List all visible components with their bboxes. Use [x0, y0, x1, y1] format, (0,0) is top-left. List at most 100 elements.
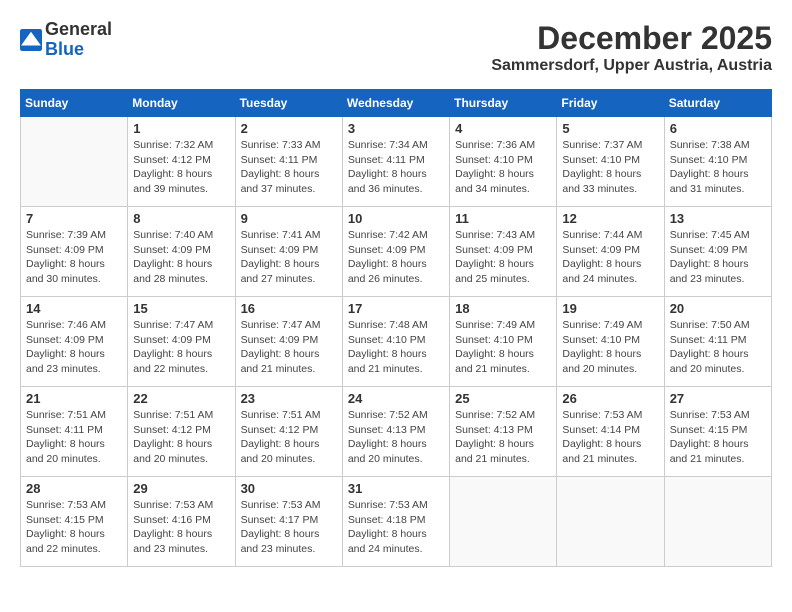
- calendar-cell: 24 Sunrise: 7:52 AMSunset: 4:13 PMDaylig…: [342, 387, 449, 477]
- calendar-table: Sunday Monday Tuesday Wednesday Thursday…: [20, 89, 772, 567]
- day-info: Sunrise: 7:47 AMSunset: 4:09 PMDaylight:…: [133, 318, 229, 377]
- week-row-2: 7 Sunrise: 7:39 AMSunset: 4:09 PMDayligh…: [21, 207, 772, 297]
- day-number: 21: [26, 391, 122, 406]
- day-number: 6: [670, 121, 766, 136]
- calendar-cell: 15 Sunrise: 7:47 AMSunset: 4:09 PMDaylig…: [128, 297, 235, 387]
- calendar-cell: [21, 117, 128, 207]
- logo-blue-text: Blue: [45, 39, 84, 59]
- week-row-5: 28 Sunrise: 7:53 AMSunset: 4:15 PMDaylig…: [21, 477, 772, 567]
- day-number: 28: [26, 481, 122, 496]
- calendar-cell: 30 Sunrise: 7:53 AMSunset: 4:17 PMDaylig…: [235, 477, 342, 567]
- header-friday: Friday: [557, 90, 664, 117]
- week-row-3: 14 Sunrise: 7:46 AMSunset: 4:09 PMDaylig…: [21, 297, 772, 387]
- calendar-cell: 26 Sunrise: 7:53 AMSunset: 4:14 PMDaylig…: [557, 387, 664, 477]
- calendar-cell: 21 Sunrise: 7:51 AMSunset: 4:11 PMDaylig…: [21, 387, 128, 477]
- day-info: Sunrise: 7:39 AMSunset: 4:09 PMDaylight:…: [26, 228, 122, 287]
- day-number: 3: [348, 121, 444, 136]
- header-saturday: Saturday: [664, 90, 771, 117]
- calendar-cell: [557, 477, 664, 567]
- calendar-cell: 13 Sunrise: 7:45 AMSunset: 4:09 PMDaylig…: [664, 207, 771, 297]
- day-number: 29: [133, 481, 229, 496]
- day-info: Sunrise: 7:44 AMSunset: 4:09 PMDaylight:…: [562, 228, 658, 287]
- calendar-cell: 11 Sunrise: 7:43 AMSunset: 4:09 PMDaylig…: [450, 207, 557, 297]
- calendar-cell: 7 Sunrise: 7:39 AMSunset: 4:09 PMDayligh…: [21, 207, 128, 297]
- day-info: Sunrise: 7:33 AMSunset: 4:11 PMDaylight:…: [241, 138, 337, 197]
- calendar-cell: 22 Sunrise: 7:51 AMSunset: 4:12 PMDaylig…: [128, 387, 235, 477]
- header-monday: Monday: [128, 90, 235, 117]
- day-info: Sunrise: 7:34 AMSunset: 4:11 PMDaylight:…: [348, 138, 444, 197]
- calendar-cell: 6 Sunrise: 7:38 AMSunset: 4:10 PMDayligh…: [664, 117, 771, 207]
- day-info: Sunrise: 7:53 AMSunset: 4:16 PMDaylight:…: [133, 498, 229, 557]
- day-number: 13: [670, 211, 766, 226]
- day-number: 7: [26, 211, 122, 226]
- top-area: General Blue December 2025 Sammersdorf, …: [20, 20, 772, 81]
- day-number: 17: [348, 301, 444, 316]
- calendar-cell: 28 Sunrise: 7:53 AMSunset: 4:15 PMDaylig…: [21, 477, 128, 567]
- calendar-cell: 17 Sunrise: 7:48 AMSunset: 4:10 PMDaylig…: [342, 297, 449, 387]
- calendar-cell: 16 Sunrise: 7:47 AMSunset: 4:09 PMDaylig…: [235, 297, 342, 387]
- calendar-cell: 12 Sunrise: 7:44 AMSunset: 4:09 PMDaylig…: [557, 207, 664, 297]
- day-info: Sunrise: 7:51 AMSunset: 4:11 PMDaylight:…: [26, 408, 122, 467]
- day-info: Sunrise: 7:49 AMSunset: 4:10 PMDaylight:…: [562, 318, 658, 377]
- day-number: 25: [455, 391, 551, 406]
- day-number: 18: [455, 301, 551, 316]
- day-number: 27: [670, 391, 766, 406]
- calendar-cell: 9 Sunrise: 7:41 AMSunset: 4:09 PMDayligh…: [235, 207, 342, 297]
- day-info: Sunrise: 7:36 AMSunset: 4:10 PMDaylight:…: [455, 138, 551, 197]
- day-number: 30: [241, 481, 337, 496]
- calendar-cell: 18 Sunrise: 7:49 AMSunset: 4:10 PMDaylig…: [450, 297, 557, 387]
- day-info: Sunrise: 7:50 AMSunset: 4:11 PMDaylight:…: [670, 318, 766, 377]
- header-wednesday: Wednesday: [342, 90, 449, 117]
- calendar-cell: 8 Sunrise: 7:40 AMSunset: 4:09 PMDayligh…: [128, 207, 235, 297]
- calendar-cell: 23 Sunrise: 7:51 AMSunset: 4:12 PMDaylig…: [235, 387, 342, 477]
- day-number: 9: [241, 211, 337, 226]
- calendar-cell: 25 Sunrise: 7:52 AMSunset: 4:13 PMDaylig…: [450, 387, 557, 477]
- calendar-cell: 4 Sunrise: 7:36 AMSunset: 4:10 PMDayligh…: [450, 117, 557, 207]
- weekday-header-row: Sunday Monday Tuesday Wednesday Thursday…: [21, 90, 772, 117]
- day-info: Sunrise: 7:53 AMSunset: 4:15 PMDaylight:…: [670, 408, 766, 467]
- day-number: 19: [562, 301, 658, 316]
- day-info: Sunrise: 7:41 AMSunset: 4:09 PMDaylight:…: [241, 228, 337, 287]
- day-number: 26: [562, 391, 658, 406]
- day-info: Sunrise: 7:52 AMSunset: 4:13 PMDaylight:…: [348, 408, 444, 467]
- day-info: Sunrise: 7:32 AMSunset: 4:12 PMDaylight:…: [133, 138, 229, 197]
- generalblue-icon: [20, 29, 42, 51]
- day-info: Sunrise: 7:52 AMSunset: 4:13 PMDaylight:…: [455, 408, 551, 467]
- day-info: Sunrise: 7:43 AMSunset: 4:09 PMDaylight:…: [455, 228, 551, 287]
- day-number: 12: [562, 211, 658, 226]
- calendar-cell: [450, 477, 557, 567]
- day-number: 5: [562, 121, 658, 136]
- calendar-cell: 1 Sunrise: 7:32 AMSunset: 4:12 PMDayligh…: [128, 117, 235, 207]
- day-number: 14: [26, 301, 122, 316]
- day-info: Sunrise: 7:53 AMSunset: 4:14 PMDaylight:…: [562, 408, 658, 467]
- logo: General Blue: [20, 20, 112, 60]
- day-info: Sunrise: 7:49 AMSunset: 4:10 PMDaylight:…: [455, 318, 551, 377]
- calendar-cell: [664, 477, 771, 567]
- calendar-cell: 27 Sunrise: 7:53 AMSunset: 4:15 PMDaylig…: [664, 387, 771, 477]
- calendar-cell: 29 Sunrise: 7:53 AMSunset: 4:16 PMDaylig…: [128, 477, 235, 567]
- day-number: 15: [133, 301, 229, 316]
- calendar-cell: 2 Sunrise: 7:33 AMSunset: 4:11 PMDayligh…: [235, 117, 342, 207]
- month-title: December 2025: [491, 20, 772, 57]
- day-info: Sunrise: 7:48 AMSunset: 4:10 PMDaylight:…: [348, 318, 444, 377]
- location-title: Sammersdorf, Upper Austria, Austria: [491, 57, 772, 75]
- day-number: 22: [133, 391, 229, 406]
- day-info: Sunrise: 7:46 AMSunset: 4:09 PMDaylight:…: [26, 318, 122, 377]
- calendar-cell: 14 Sunrise: 7:46 AMSunset: 4:09 PMDaylig…: [21, 297, 128, 387]
- calendar-cell: 10 Sunrise: 7:42 AMSunset: 4:09 PMDaylig…: [342, 207, 449, 297]
- calendar-cell: 31 Sunrise: 7:53 AMSunset: 4:18 PMDaylig…: [342, 477, 449, 567]
- day-number: 4: [455, 121, 551, 136]
- week-row-1: 1 Sunrise: 7:32 AMSunset: 4:12 PMDayligh…: [21, 117, 772, 207]
- day-info: Sunrise: 7:45 AMSunset: 4:09 PMDaylight:…: [670, 228, 766, 287]
- calendar-cell: 19 Sunrise: 7:49 AMSunset: 4:10 PMDaylig…: [557, 297, 664, 387]
- day-number: 31: [348, 481, 444, 496]
- day-info: Sunrise: 7:53 AMSunset: 4:17 PMDaylight:…: [241, 498, 337, 557]
- day-info: Sunrise: 7:51 AMSunset: 4:12 PMDaylight:…: [133, 408, 229, 467]
- calendar-cell: 20 Sunrise: 7:50 AMSunset: 4:11 PMDaylig…: [664, 297, 771, 387]
- day-number: 23: [241, 391, 337, 406]
- day-number: 1: [133, 121, 229, 136]
- calendar-cell: 5 Sunrise: 7:37 AMSunset: 4:10 PMDayligh…: [557, 117, 664, 207]
- day-info: Sunrise: 7:51 AMSunset: 4:12 PMDaylight:…: [241, 408, 337, 467]
- day-info: Sunrise: 7:53 AMSunset: 4:15 PMDaylight:…: [26, 498, 122, 557]
- title-section: December 2025 Sammersdorf, Upper Austria…: [491, 20, 772, 75]
